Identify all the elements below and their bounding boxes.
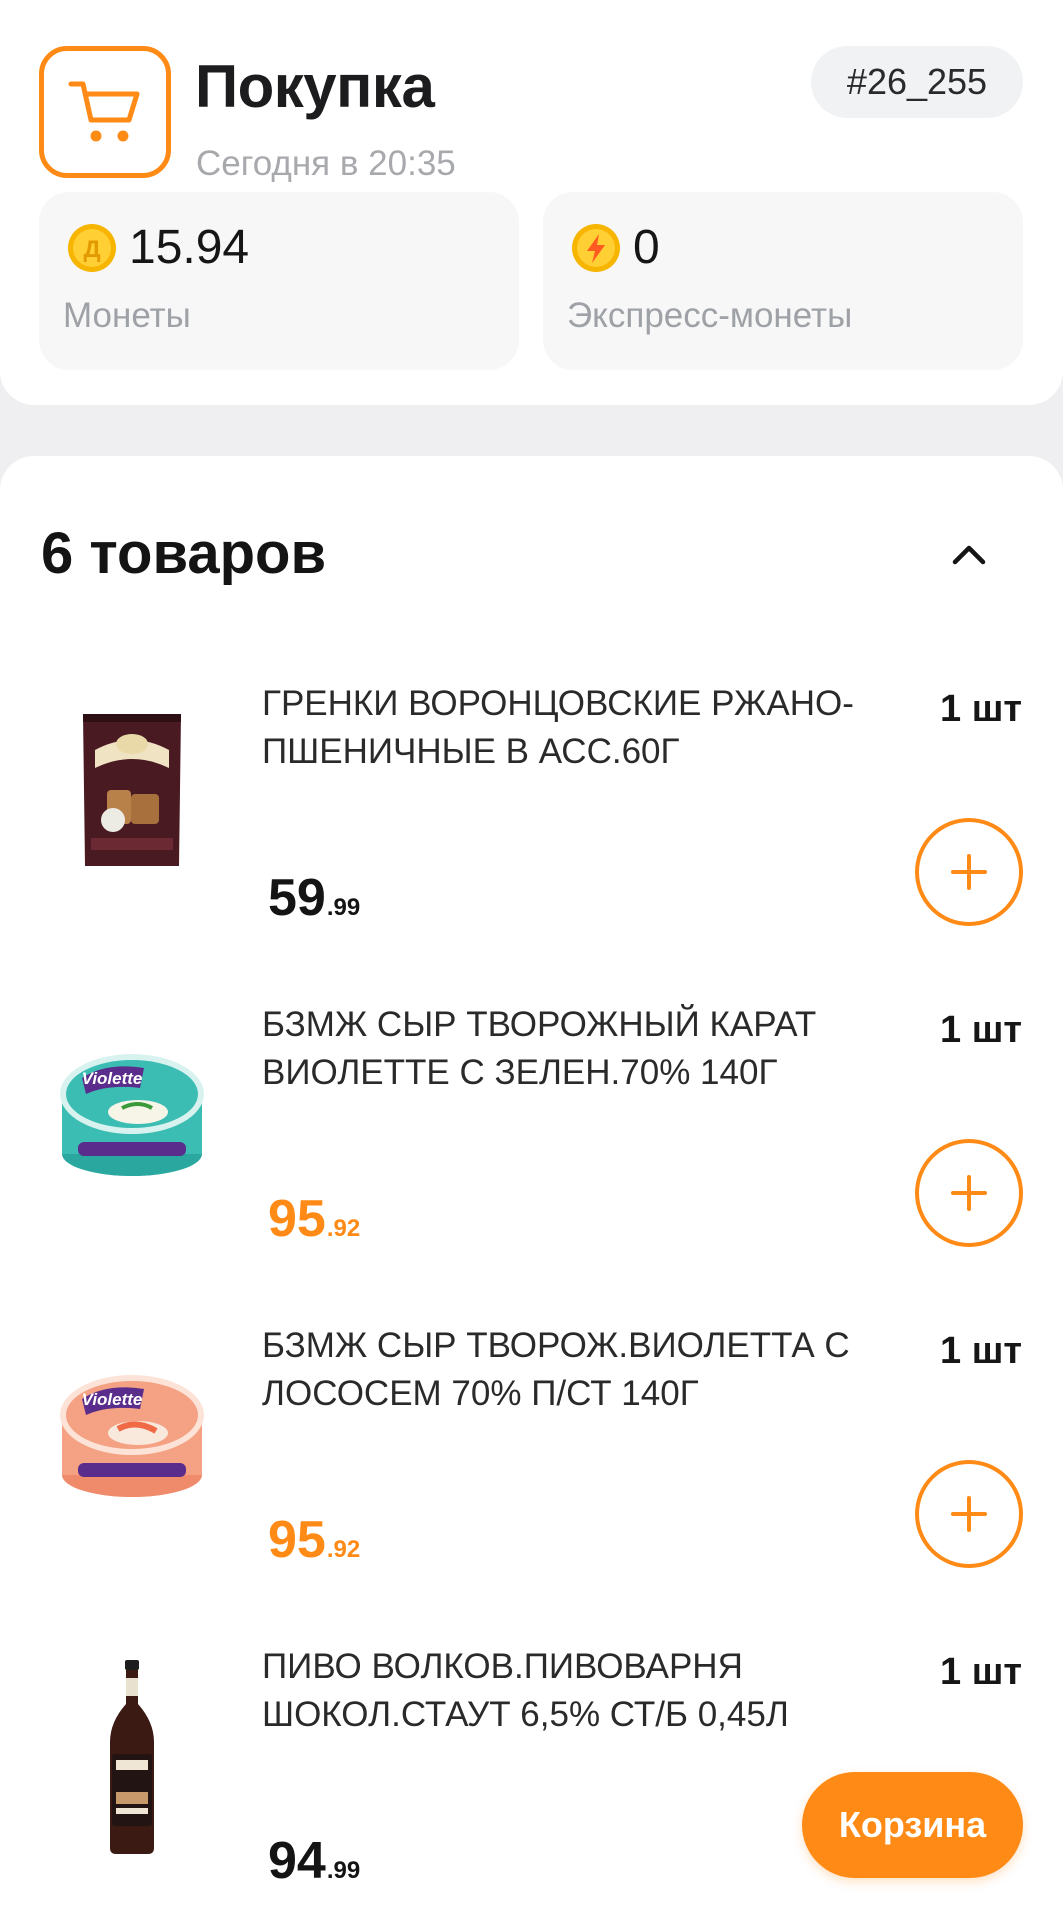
price-cents: .99 [326, 894, 361, 921]
chevron-up-icon[interactable] [940, 526, 998, 584]
cart-icon [39, 46, 171, 178]
price-main: 94 [268, 1832, 326, 1890]
item-name: БЗМЖ СЫР ТВОРОЖ.ВИОЛЕТТА С ЛОСОСЕМ 70% П… [262, 1326, 850, 1413]
add-to-basket-button[interactable] [915, 818, 1023, 926]
item-price: 95 .92 [268, 1510, 360, 1570]
item-price: 95 .92 [268, 1189, 360, 1249]
basket-button[interactable]: Корзина [802, 1772, 1023, 1878]
price-main: 95 [268, 1190, 326, 1248]
coin-glyph: Д [83, 236, 100, 263]
product-image-croutons [38, 690, 226, 890]
purchase-datetime: Сегодня в 20:35 [196, 144, 456, 183]
item-name: ПИВО ВОЛКОВ.ПИВОВАРНЯ ШОКОЛ.СТАУТ 6,5% С… [262, 1647, 789, 1734]
price-cents: .92 [326, 1215, 361, 1242]
add-to-basket-button[interactable] [915, 1139, 1023, 1247]
plus-icon [951, 854, 987, 890]
lightning-coin-icon [571, 223, 621, 273]
plus-icon [951, 1175, 987, 1211]
item-name: ГРЕНКИ ВОРОНЦОВСКИЕ РЖАНО-ПШЕНИЧНЫЕ В АС… [262, 684, 854, 771]
express-coins-card: 0 Экспресс-монеты [543, 192, 1023, 370]
purchase-screen: Покупка Сегодня в 20:35 #26_255 Д 15.94 … [0, 0, 1063, 1907]
price-cents: .92 [326, 1536, 361, 1563]
items-list-card: 6 товаров ГРЕНКИ ВОРОНЦОВСКИЕ РЖАНО-ПШЕН… [0, 456, 1063, 1907]
order-number-chip[interactable]: #26_255 [811, 46, 1023, 118]
item-price: 59 .99 [268, 868, 360, 928]
item-name: БЗМЖ СЫР ТВОРОЖНЫЙ КАРАТ ВИОЛЕТТЕ С ЗЕЛЕ… [262, 1005, 817, 1092]
item-quantity: 1 шт [940, 1651, 1022, 1693]
product-image-cheese-herbs: Violette [38, 1011, 226, 1211]
item-quantity: 1 шт [940, 1330, 1022, 1372]
items-count-title: 6 товаров [41, 521, 327, 586]
list-item: ГРЕНКИ ВОРОНЦОВСКИЕ РЖАНО-ПШЕНИЧНЫЕ В АС… [0, 668, 1063, 988]
product-image-beer [38, 1653, 226, 1863]
list-item: Violette БЗМЖ СЫР ТВОРОЖНЫЙ КАРАТ ВИОЛЕТ… [0, 989, 1063, 1309]
item-quantity: 1 шт [940, 1009, 1022, 1051]
coins-value: 15.94 [129, 221, 250, 274]
plus-icon [951, 1496, 987, 1532]
list-item: Violette БЗМЖ СЫР ТВОРОЖ.ВИОЛЕТТА С ЛОСО… [0, 1310, 1063, 1630]
coin-d-icon: Д [67, 223, 117, 273]
price-main: 59 [268, 869, 326, 927]
page-title: Покупка [195, 53, 435, 120]
product-image-cheese-salmon: Violette [38, 1332, 226, 1532]
svg-text:Violette: Violette [82, 1390, 143, 1409]
add-to-basket-button[interactable] [915, 1460, 1023, 1568]
coins-label: Монеты [63, 296, 191, 335]
item-quantity: 1 шт [940, 688, 1022, 730]
purchase-header-card: Покупка Сегодня в 20:35 #26_255 Д 15.94 … [0, 0, 1063, 405]
express-coins-value: 0 [633, 221, 660, 274]
express-coins-label: Экспресс-монеты [567, 296, 853, 335]
price-main: 95 [268, 1511, 326, 1569]
item-price: 94 .99 [268, 1831, 360, 1891]
svg-text:Violette: Violette [82, 1069, 143, 1088]
price-cents: .99 [326, 1857, 361, 1884]
coins-card: Д 15.94 Монеты [39, 192, 519, 370]
